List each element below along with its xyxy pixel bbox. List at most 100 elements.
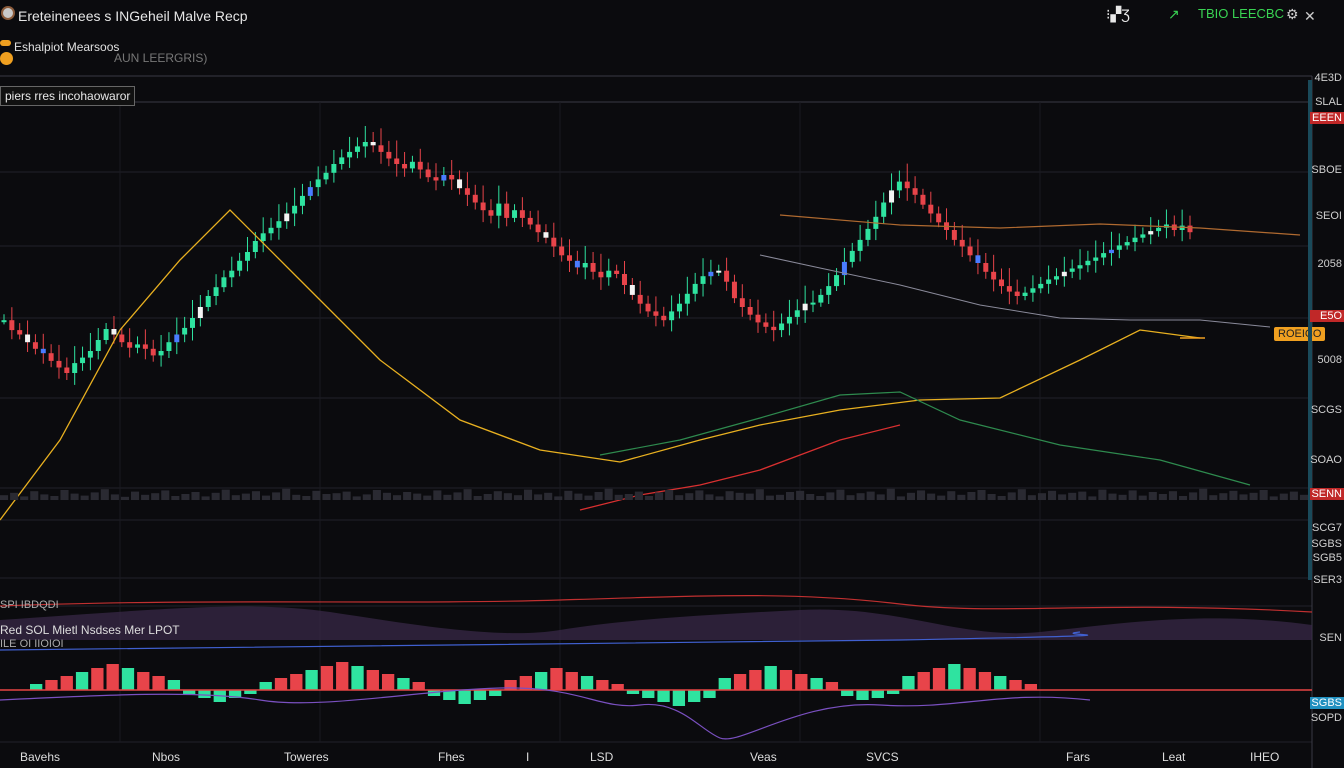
histogram-bar xyxy=(1009,680,1022,690)
candle-body xyxy=(747,307,753,315)
volume-bar xyxy=(544,492,553,500)
candle-body xyxy=(40,348,46,354)
volume-bar xyxy=(1017,489,1026,500)
candle-body xyxy=(464,188,470,195)
volume-bar xyxy=(372,490,381,500)
price-chart[interactable] xyxy=(0,0,1344,768)
lower-pane-values: ILE OI IIOIOI xyxy=(0,638,64,650)
candle-body xyxy=(1124,242,1130,246)
price-axis-label: SLAL xyxy=(1315,96,1342,108)
volume-bar xyxy=(725,491,734,500)
histogram-bar xyxy=(963,668,976,690)
candle-body xyxy=(457,179,463,189)
candle-body xyxy=(818,294,824,303)
volume-bar xyxy=(594,492,603,500)
volume-bar xyxy=(655,492,664,500)
price-axis-label: 2058 xyxy=(1317,258,1342,270)
trend-icon[interactable]: ↗ xyxy=(1168,6,1180,23)
candle-body xyxy=(857,239,863,251)
candle-body xyxy=(582,263,588,268)
volume-bar xyxy=(503,493,512,500)
histogram-bar xyxy=(152,676,165,690)
candle-body xyxy=(205,296,211,307)
volume-bar xyxy=(886,488,895,500)
candle-body xyxy=(182,327,188,335)
histogram-bar xyxy=(290,674,303,690)
candle-body xyxy=(991,271,997,280)
close-icon[interactable]: ✕ xyxy=(1304,8,1316,25)
histogram-bar xyxy=(642,690,655,698)
histogram-bar xyxy=(825,682,839,690)
indicator-legend[interactable]: piers rres incohaowaror xyxy=(0,86,136,106)
oscillator-label[interactable]: SPI IBDQDI xyxy=(0,599,59,611)
candle-body xyxy=(731,281,737,299)
candle-body xyxy=(551,237,557,247)
volume-bar xyxy=(191,492,200,500)
alert-dot-icon[interactable] xyxy=(0,52,13,65)
histogram-bar xyxy=(366,670,379,690)
candle-body xyxy=(504,203,510,218)
histogram-bar xyxy=(580,676,594,690)
candle-body xyxy=(826,286,832,295)
candle-body xyxy=(56,360,62,368)
histogram-bar xyxy=(657,690,670,702)
volume-bar xyxy=(312,490,321,500)
candle-body xyxy=(967,246,973,256)
histogram-bar xyxy=(167,680,181,690)
volume-bar xyxy=(634,491,643,500)
volume-bar xyxy=(745,493,754,500)
volume-bar xyxy=(241,493,250,500)
price-axis-label: SER3 xyxy=(1313,574,1342,586)
oscillator-band xyxy=(0,606,1312,640)
ma-line-yellow xyxy=(0,209,1201,521)
volume-bar xyxy=(806,494,815,500)
candle-body xyxy=(378,145,384,152)
histogram-bar xyxy=(994,676,1007,690)
histogram-bar xyxy=(381,674,395,690)
volume-bar xyxy=(1088,496,1097,500)
candle-body xyxy=(629,285,635,295)
grid-icon[interactable]: ⁝▞Ʒ xyxy=(1106,6,1130,23)
candle-body xyxy=(834,275,840,287)
candle-body xyxy=(614,270,620,274)
histogram-bar xyxy=(30,684,43,690)
candle-body xyxy=(1108,249,1114,254)
candle-body xyxy=(519,210,525,218)
symbol-label[interactable]: Eshalpiot Mearsoos xyxy=(14,40,119,54)
volume-bar xyxy=(272,492,281,500)
volume-bar xyxy=(100,489,109,500)
volume-bar xyxy=(40,494,49,500)
volume-bar xyxy=(866,491,875,500)
candle-body xyxy=(590,263,596,272)
volume-bar xyxy=(342,491,351,500)
volume-bar xyxy=(262,495,271,500)
time-axis-label: I xyxy=(526,750,530,764)
candle-body xyxy=(1006,286,1012,292)
volume-bar xyxy=(1299,494,1308,500)
candle-body xyxy=(190,318,196,328)
candle-body xyxy=(1077,265,1083,269)
price-scale-scrollbar[interactable] xyxy=(1308,80,1312,580)
volume-bar xyxy=(80,495,89,500)
volume-bar xyxy=(1058,494,1067,500)
candle-body xyxy=(716,270,722,273)
histogram-bar xyxy=(703,690,716,698)
settings-icon[interactable]: ⚙ xyxy=(1286,6,1299,23)
histogram-bar xyxy=(948,664,961,690)
volume-bar xyxy=(1279,493,1288,500)
candle-body xyxy=(653,311,659,316)
volume-bar xyxy=(1048,490,1057,500)
lower-pane-label[interactable]: Red SOL Mietl Nsdses Mer LPOT xyxy=(0,623,180,637)
candle-body xyxy=(543,232,549,238)
candle-body xyxy=(386,151,392,159)
volume-bar xyxy=(846,495,855,500)
volume-bar xyxy=(332,493,341,500)
volume-bar xyxy=(977,490,986,500)
volume-bar xyxy=(685,493,694,500)
histogram-bar xyxy=(106,664,119,690)
histogram-bar xyxy=(198,690,211,698)
candle-body xyxy=(1061,271,1067,277)
histogram-bar xyxy=(259,682,272,690)
volume-bar xyxy=(1269,496,1278,500)
candle-body xyxy=(1140,234,1146,238)
